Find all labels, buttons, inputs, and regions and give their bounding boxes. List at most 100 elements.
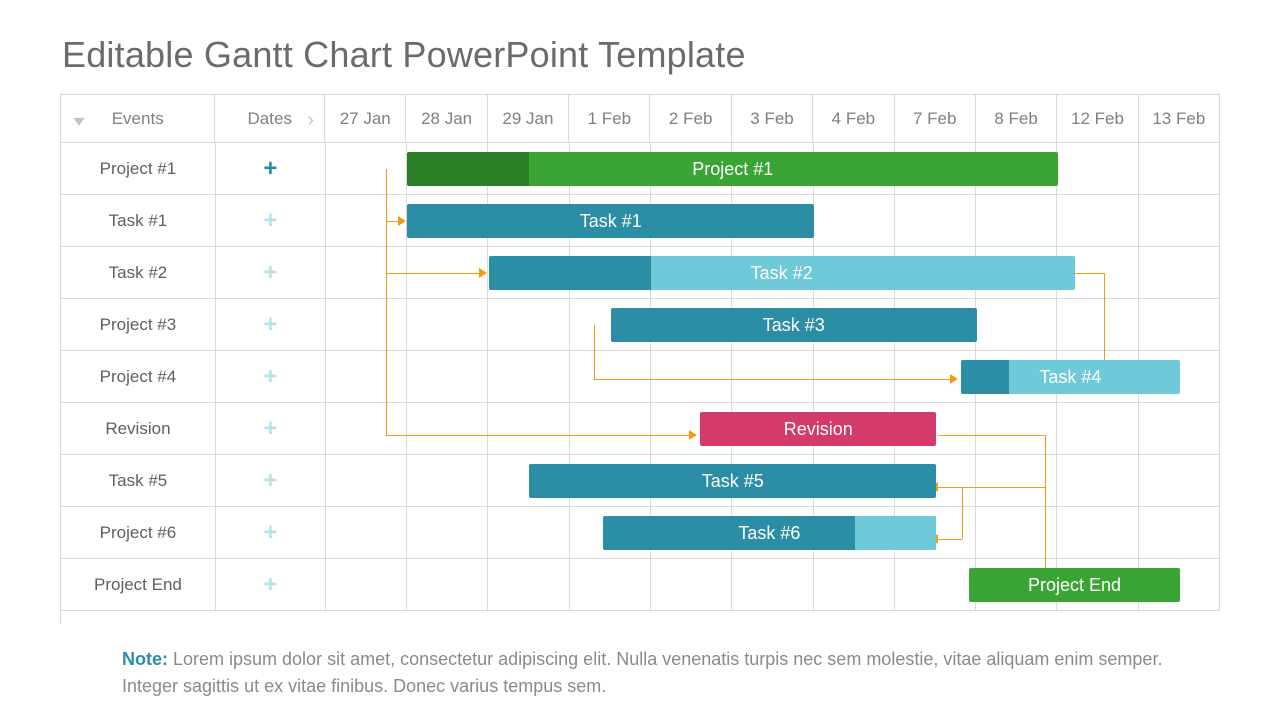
expand-button[interactable]: + xyxy=(216,299,326,351)
grid-cell xyxy=(814,559,895,611)
plus-icon: + xyxy=(263,365,277,389)
grid-cell xyxy=(488,247,569,299)
gantt-row: Project #6+ xyxy=(61,507,1220,559)
grid-cell xyxy=(732,247,813,299)
grid-cell xyxy=(814,247,895,299)
plus-icon: + xyxy=(263,417,277,441)
grid-cell xyxy=(570,559,651,611)
grid-cell xyxy=(570,455,651,507)
gantt-row: Project End+ xyxy=(61,559,1220,611)
grid-cell xyxy=(651,247,732,299)
grid-cell xyxy=(814,299,895,351)
grid-cell xyxy=(976,351,1057,403)
grid-cell xyxy=(732,455,813,507)
header-day: 29 Jan xyxy=(488,95,569,143)
grid-cell xyxy=(570,299,651,351)
header-day: 3 Feb xyxy=(732,95,813,143)
grid-cell xyxy=(326,143,407,195)
row-name: Project #4 xyxy=(61,351,216,403)
grid-cell xyxy=(407,143,488,195)
grid-cell xyxy=(1139,247,1220,299)
grid-cell xyxy=(1139,143,1220,195)
grid-cell xyxy=(732,559,813,611)
grid-cell xyxy=(895,143,976,195)
grid-cell xyxy=(1139,507,1220,559)
header-dates: Dates › xyxy=(215,95,325,143)
grid-cell xyxy=(895,299,976,351)
header-day: 1 Feb xyxy=(569,95,650,143)
grid-cell xyxy=(407,455,488,507)
grid-cell xyxy=(651,299,732,351)
gantt-row: Revision + xyxy=(61,403,1220,455)
gantt-row: Project #3+ xyxy=(61,299,1220,351)
grid-cell xyxy=(976,559,1057,611)
gantt-row: Task #2+ xyxy=(61,247,1220,299)
grid-cell xyxy=(488,299,569,351)
expand-button[interactable]: + xyxy=(216,247,326,299)
gantt-row: Project #1 + xyxy=(61,143,1220,195)
row-name: Revision xyxy=(61,403,216,455)
grid-cell xyxy=(814,507,895,559)
grid-cell xyxy=(326,403,407,455)
grid-cell xyxy=(488,507,569,559)
row-name: Project #1 xyxy=(61,143,216,195)
row-name: Task #2 xyxy=(61,247,216,299)
grid-cell xyxy=(326,299,407,351)
expand-button[interactable]: + xyxy=(216,403,326,455)
header-day: 2 Feb xyxy=(650,95,731,143)
grid-cell xyxy=(407,559,488,611)
grid-cell xyxy=(570,247,651,299)
grid-cell xyxy=(570,351,651,403)
grid-cell xyxy=(407,195,488,247)
plus-icon: + xyxy=(263,209,277,233)
header-day: 13 Feb xyxy=(1139,95,1220,143)
grid-cell xyxy=(732,195,813,247)
grid-cell xyxy=(326,455,407,507)
gantt-chart: ▾ Events Dates › 27 Jan28 Jan29 Jan1 Feb… xyxy=(60,94,1220,624)
header-day: 12 Feb xyxy=(1057,95,1138,143)
expand-button[interactable]: + xyxy=(216,143,326,195)
grid-cell xyxy=(814,351,895,403)
chevron-right-icon[interactable]: › xyxy=(307,109,314,132)
grid-cell xyxy=(895,195,976,247)
header-events-label: Events xyxy=(112,109,164,129)
grid-cell xyxy=(326,559,407,611)
grid-cell xyxy=(570,507,651,559)
grid-cell xyxy=(570,143,651,195)
slide-title: Editable Gantt Chart PowerPoint Template xyxy=(62,34,1220,76)
grid-cell xyxy=(1139,299,1220,351)
grid-cell xyxy=(326,195,407,247)
header-events: ▾ Events xyxy=(61,95,215,143)
expand-button[interactable]: + xyxy=(216,507,326,559)
note-label: Note: xyxy=(122,649,168,669)
grid-cell xyxy=(407,299,488,351)
grid-cell xyxy=(326,247,407,299)
expand-button[interactable]: + xyxy=(216,455,326,507)
grid-cell xyxy=(326,507,407,559)
grid-cell xyxy=(651,455,732,507)
grid-cell xyxy=(651,507,732,559)
grid-cell xyxy=(488,403,569,455)
header-dates-label: Dates xyxy=(248,109,292,129)
grid-cell xyxy=(976,143,1057,195)
grid-cell xyxy=(407,247,488,299)
plus-icon: + xyxy=(263,157,277,181)
expand-button[interactable]: + xyxy=(216,351,326,403)
grid-cell xyxy=(651,403,732,455)
grid-cell xyxy=(570,195,651,247)
expand-button[interactable]: + xyxy=(216,195,326,247)
grid-cell xyxy=(895,403,976,455)
grid-cell xyxy=(814,143,895,195)
grid-cell xyxy=(895,507,976,559)
grid-cell xyxy=(976,403,1057,455)
grid-cell xyxy=(1057,507,1138,559)
grid-cell xyxy=(1139,559,1220,611)
expand-button[interactable]: + xyxy=(216,559,326,611)
grid-cell xyxy=(814,403,895,455)
gantt-row: Task #5+ xyxy=(61,455,1220,507)
chevron-down-icon[interactable]: ▾ xyxy=(73,111,84,131)
grid-cell xyxy=(407,403,488,455)
grid-cell xyxy=(1139,455,1220,507)
header-day: 28 Jan xyxy=(406,95,487,143)
grid-cell xyxy=(488,143,569,195)
